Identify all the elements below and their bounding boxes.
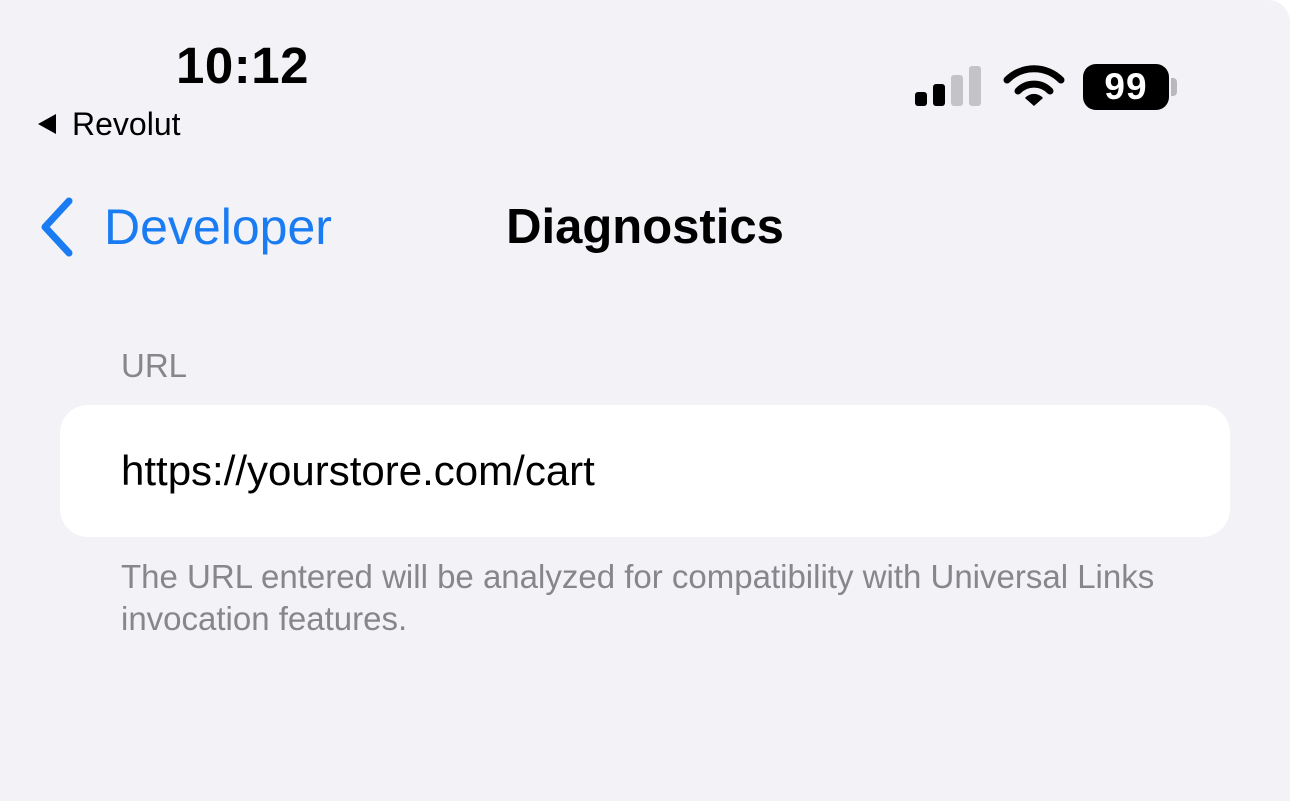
battery-level: 99 (1104, 66, 1148, 107)
back-to-app-button[interactable]: Revolut (38, 104, 181, 144)
battery-icon: 99 (1083, 64, 1169, 110)
cellular-signal-icon (915, 66, 981, 106)
url-input[interactable] (121, 447, 1201, 495)
wifi-icon (1003, 65, 1065, 106)
url-section-header: URL (121, 347, 188, 384)
url-cell (60, 405, 1230, 537)
back-triangle-icon (38, 114, 56, 134)
back-to-app-label: Revolut (72, 106, 181, 142)
diagnostics-screen: 10:12 Revolut 99 Developer Diagnostics U… (0, 0, 1290, 801)
nav-back-label: Developer (104, 199, 332, 255)
battery-tip (1171, 78, 1177, 96)
nav-back-button[interactable]: Developer (38, 194, 332, 260)
status-time: 10:12 (176, 37, 309, 94)
url-section-footer: The URL entered will be analyzed for com… (121, 558, 1155, 637)
chevron-left-icon (41, 197, 73, 257)
